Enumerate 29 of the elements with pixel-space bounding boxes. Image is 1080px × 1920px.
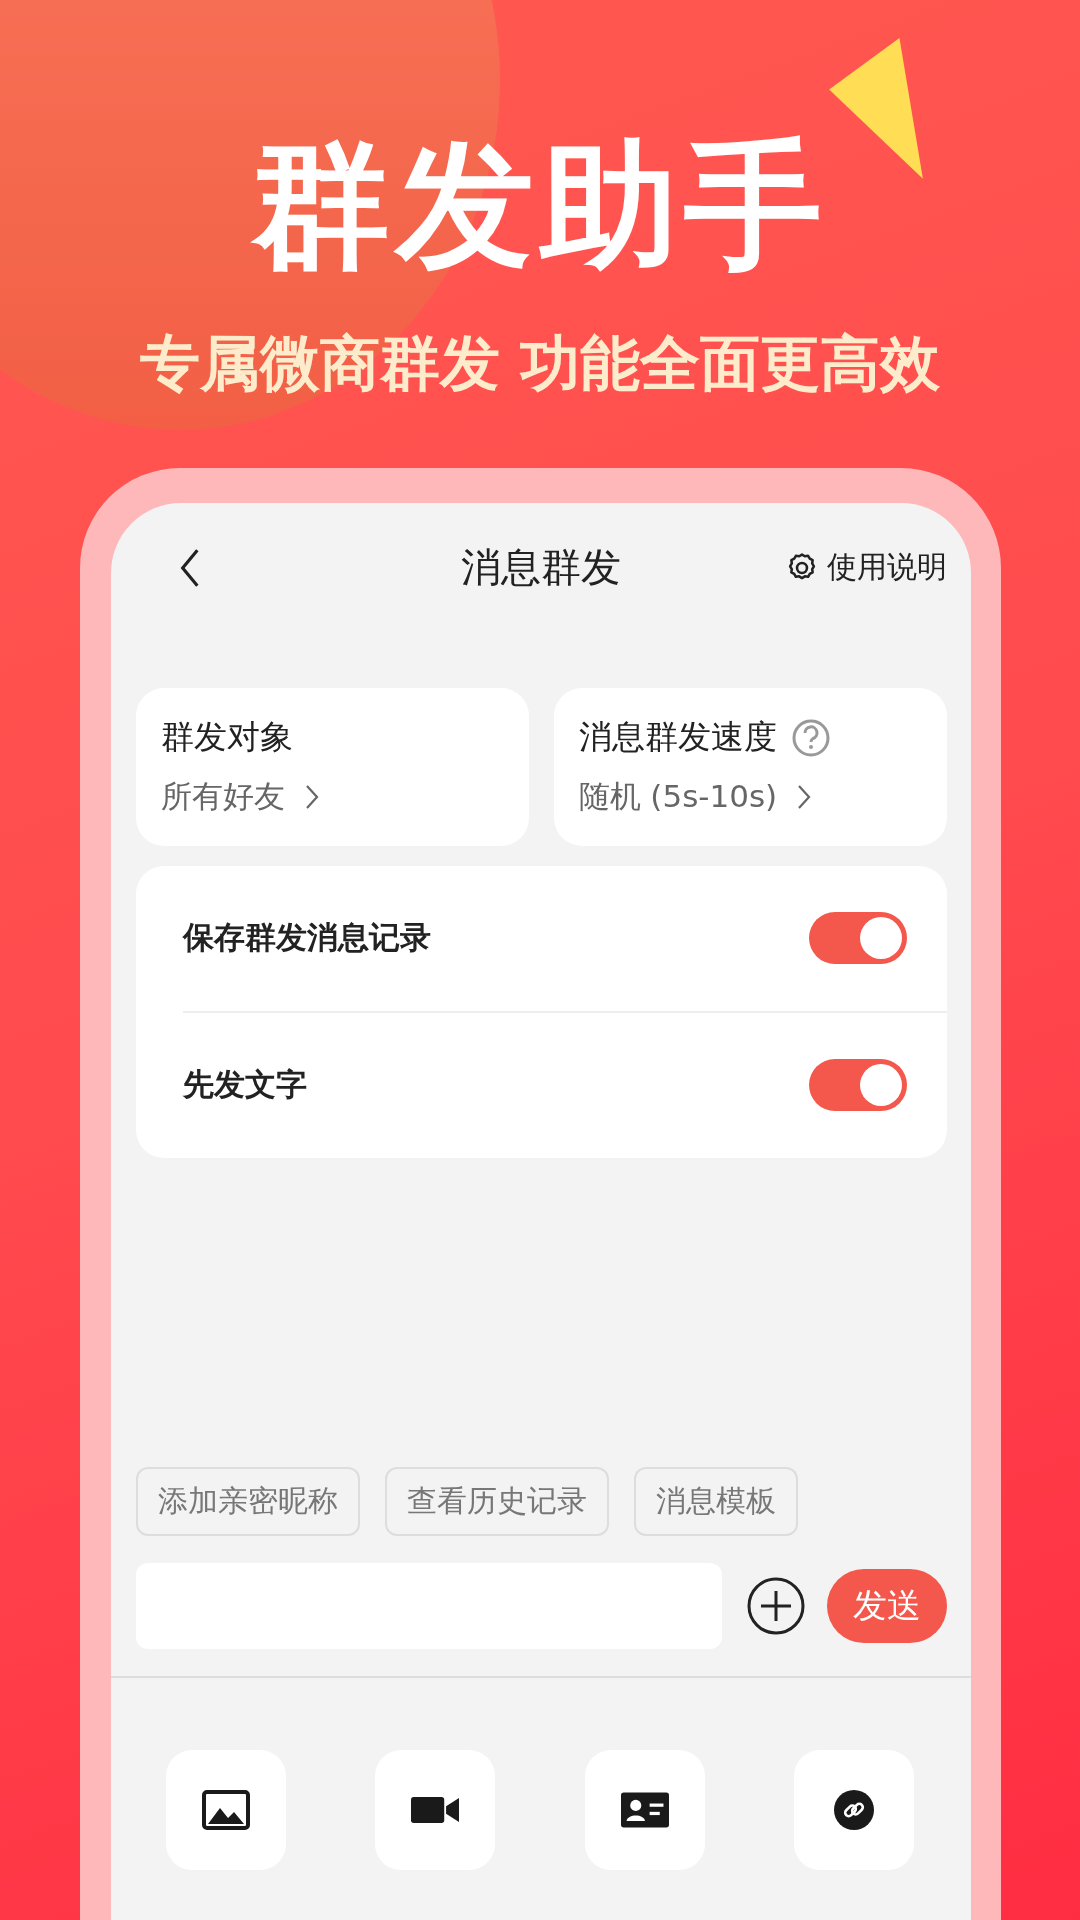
setting-card[interactable]: 群发对象 所有好友	[135, 687, 529, 846]
attachment-button[interactable]	[584, 1750, 705, 1870]
chevron-icon	[304, 783, 319, 810]
quick-action-chip[interactable]: 添加亲密昵称	[135, 1467, 360, 1536]
headline: 群发助手	[252, 130, 828, 282]
screen-title: 消息群发	[460, 543, 622, 593]
attachment-button[interactable]	[794, 1750, 915, 1870]
attachment-button[interactable]	[165, 1750, 286, 1870]
card-title: 消息群发速度	[578, 716, 777, 759]
toggle-label: 先发文字	[182, 1065, 307, 1105]
subtitle: 专属微商群发 功能全面更高效	[139, 329, 941, 396]
quick-action-chip[interactable]: 查看历史记录	[384, 1467, 609, 1536]
contact-card-icon	[620, 1790, 669, 1830]
toggle-switch[interactable]	[808, 912, 907, 965]
help-link[interactable]: 使用说明	[784, 547, 947, 589]
card-value: 所有好友	[160, 776, 285, 816]
chevron-icon	[797, 783, 812, 810]
setting-card[interactable]: 消息群发速度 随机 (5s-10s)	[553, 687, 947, 846]
toggle-label: 保存群发消息记录	[182, 918, 431, 958]
image-icon	[201, 1790, 250, 1830]
card-value: 随机 (5s-10s)	[578, 776, 778, 816]
back-icon[interactable]	[178, 546, 201, 589]
add-icon[interactable]	[745, 1576, 806, 1636]
quick-action-chip[interactable]: 消息模板	[633, 1467, 798, 1536]
toggle-switch[interactable]	[808, 1059, 907, 1112]
question-icon[interactable]	[790, 717, 831, 758]
send-button[interactable]: 发送	[826, 1569, 947, 1643]
card-title: 群发对象	[160, 716, 293, 759]
attachment-button[interactable]	[375, 1750, 496, 1870]
